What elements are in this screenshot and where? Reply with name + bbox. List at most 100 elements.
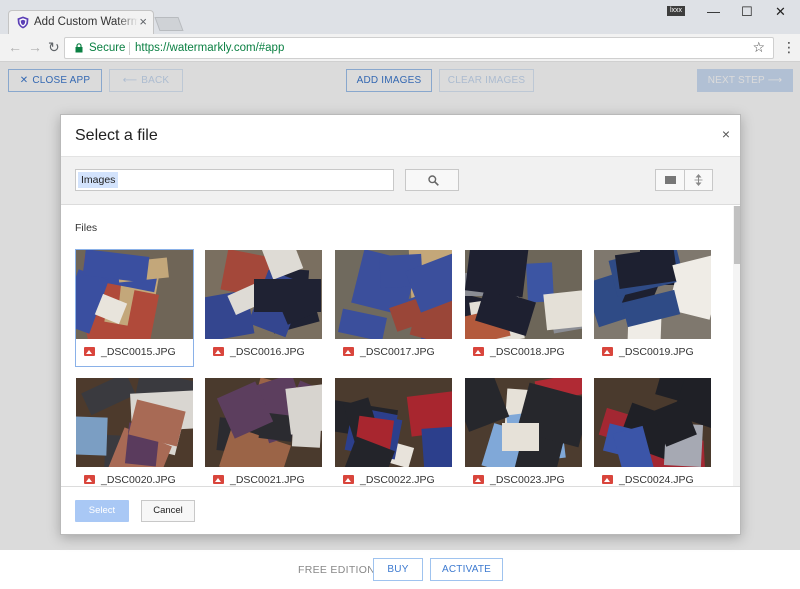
thumbnail-photo bbox=[205, 378, 322, 467]
thumbnail-photo bbox=[594, 250, 711, 339]
image-file-icon bbox=[602, 347, 613, 356]
scrollbar-thumb[interactable] bbox=[734, 206, 740, 264]
file-tile[interactable]: _DSC0022.JPG bbox=[334, 377, 453, 486]
thumbnail-photo bbox=[465, 378, 582, 467]
file-name: _DSC0022.JPG bbox=[360, 474, 435, 486]
image-file-icon bbox=[602, 475, 613, 484]
file-tile[interactable]: _DSC0016.JPG bbox=[204, 249, 323, 367]
image-file-icon bbox=[473, 347, 484, 356]
file-name: _DSC0015.JPG bbox=[101, 346, 176, 358]
file-tile[interactable]: _DSC0015.JPG bbox=[75, 249, 194, 367]
dialog-title: Select a file bbox=[75, 127, 158, 144]
file-name: _DSC0024.JPG bbox=[619, 474, 694, 486]
search-button[interactable] bbox=[405, 169, 459, 191]
address-bar[interactable]: Secure https://watermarkly.com/#app ☆ bbox=[64, 37, 774, 59]
image-file-icon bbox=[213, 475, 224, 484]
file-name: _DSC0021.JPG bbox=[230, 474, 305, 486]
files-area[interactable]: Files _DSC0015.JPG _DSC0016.JPG _DSC0017.J… bbox=[61, 206, 740, 486]
search-filter-chip[interactable]: Images bbox=[78, 172, 119, 188]
thumbnail-photo bbox=[594, 378, 711, 467]
free-edition-label: FREE EDITION bbox=[298, 564, 376, 576]
thumbnail-photo bbox=[76, 378, 193, 467]
dialog-footer: Select Cancel bbox=[61, 486, 740, 534]
files-section-label: Files bbox=[75, 222, 98, 234]
browser-toolbar: ← → ↻ Secure https://watermarkly.com/#ap… bbox=[0, 34, 800, 62]
file-tile-footer: _DSC0019.JPG bbox=[594, 339, 711, 366]
buy-button[interactable]: BUY bbox=[373, 558, 423, 581]
image-file-icon bbox=[343, 347, 354, 356]
file-tile[interactable]: _DSC0017.JPG bbox=[334, 249, 453, 367]
file-name: _DSC0023.JPG bbox=[490, 474, 565, 486]
thumbnail-photo bbox=[205, 250, 322, 339]
scrollbar[interactable] bbox=[733, 206, 740, 486]
file-thumbnail bbox=[465, 378, 582, 467]
app-footer: FREE EDITION BUY ACTIVATE bbox=[0, 547, 800, 589]
file-thumbnail bbox=[335, 250, 452, 339]
file-name: _DSC0016.JPG bbox=[230, 346, 305, 358]
file-name: _DSC0018.JPG bbox=[490, 346, 565, 358]
thumbnail-photo bbox=[335, 378, 452, 467]
file-tile-footer: _DSC0020.JPG bbox=[76, 467, 193, 486]
tab-close-icon[interactable]: × bbox=[139, 15, 147, 29]
file-name: _DSC0019.JPG bbox=[619, 346, 694, 358]
dialog-header: Select a file × bbox=[61, 115, 740, 157]
cancel-button[interactable]: Cancel bbox=[141, 500, 195, 522]
back-arrow-icon[interactable]: ← bbox=[8, 39, 22, 55]
thumbnail-photo bbox=[465, 250, 582, 339]
image-file-icon bbox=[473, 475, 484, 484]
omnibox-separator bbox=[129, 42, 130, 55]
activate-button[interactable]: ACTIVATE bbox=[430, 558, 503, 581]
file-tile-footer: _DSC0024.JPG bbox=[594, 467, 711, 486]
image-file-icon bbox=[213, 347, 224, 356]
bookmark-star-icon[interactable]: ☆ bbox=[752, 39, 765, 56]
thumbnail-photo bbox=[76, 250, 193, 339]
browser-titlebar: Add Custom Watermarks × lxxx — ☐ ✕ bbox=[0, 0, 800, 34]
sort-button[interactable] bbox=[685, 169, 713, 191]
browser-menu-icon[interactable]: ⋮ bbox=[782, 40, 796, 54]
file-picker-dialog: Select a file × Images Files _DSC0015.JP… bbox=[60, 114, 741, 535]
file-thumbnail bbox=[594, 250, 711, 339]
dialog-close-icon[interactable]: × bbox=[722, 127, 730, 141]
file-tile[interactable]: _DSC0019.JPG bbox=[593, 249, 712, 367]
select-button[interactable]: Select bbox=[75, 500, 129, 522]
search-icon bbox=[428, 175, 439, 186]
file-tile[interactable]: _DSC0021.JPG bbox=[204, 377, 323, 486]
reload-icon[interactable]: ↻ bbox=[48, 39, 60, 55]
file-tile-footer: _DSC0023.JPG bbox=[465, 467, 582, 486]
window-close-icon[interactable]: ✕ bbox=[775, 4, 786, 20]
url-text[interactable]: https://watermarkly.com/#app bbox=[135, 42, 284, 54]
file-tile-footer: _DSC0015.JPG bbox=[76, 339, 193, 366]
new-tab-button[interactable] bbox=[154, 17, 184, 31]
file-tile-footer: _DSC0021.JPG bbox=[205, 467, 322, 486]
image-file-icon bbox=[84, 347, 95, 356]
search-bar: Images bbox=[61, 157, 740, 205]
file-thumbnail bbox=[594, 378, 711, 467]
grid-view-button[interactable] bbox=[655, 169, 685, 191]
file-thumbnail bbox=[205, 250, 322, 339]
file-tile-footer: _DSC0016.JPG bbox=[205, 339, 322, 366]
file-tile-footer: _DSC0018.JPG bbox=[465, 339, 582, 366]
browser-tab[interactable]: Add Custom Watermarks × bbox=[8, 10, 154, 34]
minimize-icon[interactable]: — bbox=[707, 4, 720, 19]
lock-icon bbox=[75, 43, 83, 53]
file-tile[interactable]: _DSC0023.JPG bbox=[464, 377, 583, 486]
file-tile-footer: _DSC0017.JPG bbox=[335, 339, 452, 366]
file-tile[interactable]: _DSC0020.JPG bbox=[75, 377, 194, 486]
file-thumbnail bbox=[76, 378, 193, 467]
profile-badge[interactable]: lxxx bbox=[667, 6, 685, 16]
forward-arrow-icon[interactable]: → bbox=[28, 39, 42, 55]
file-tile-footer: _DSC0022.JPG bbox=[335, 467, 452, 486]
file-tile[interactable]: _DSC0018.JPG bbox=[464, 249, 583, 367]
file-name: _DSC0020.JPG bbox=[101, 474, 176, 486]
file-thumbnail bbox=[465, 250, 582, 339]
maximize-icon[interactable]: ☐ bbox=[741, 4, 753, 20]
secure-label: Secure bbox=[89, 42, 126, 54]
file-thumbnail bbox=[76, 250, 193, 339]
search-input[interactable]: Images bbox=[75, 169, 394, 191]
grid-view-icon bbox=[665, 176, 676, 184]
file-tile[interactable]: _DSC0024.JPG bbox=[593, 377, 712, 486]
image-file-icon bbox=[84, 475, 95, 484]
image-file-icon bbox=[343, 475, 354, 484]
file-thumbnail bbox=[335, 378, 452, 467]
file-name: _DSC0017.JPG bbox=[360, 346, 435, 358]
